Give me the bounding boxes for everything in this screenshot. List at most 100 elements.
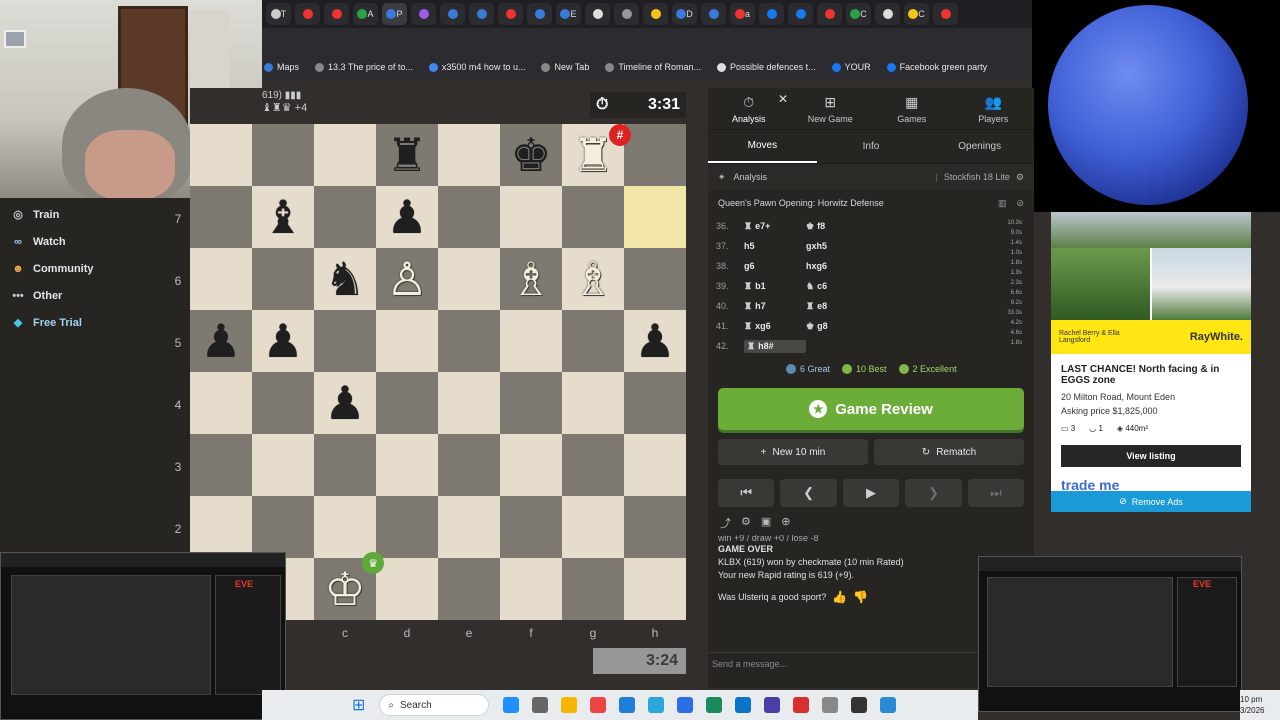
chess-piece[interactable]: ♝ [262,194,303,240]
tab-openings[interactable]: Openings [925,130,1034,163]
board-square[interactable] [562,310,624,372]
black-move[interactable]: ♚ g8 [806,321,868,332]
board-square[interactable]: ♟ [190,310,252,372]
thumbs-down-icon[interactable]: 👎 [853,590,868,604]
board-square[interactable] [252,496,314,558]
board-square[interactable] [376,310,438,372]
board-square[interactable] [438,496,500,558]
browser-tab[interactable] [875,3,900,25]
move-row[interactable]: 38. g6 hxg6 [716,256,1026,276]
board-square[interactable]: ♟ [376,186,438,248]
move-row[interactable]: 37. h5 gxh5 [716,236,1026,256]
board-square[interactable]: ♟ [624,310,686,372]
browser-tab[interactable] [585,3,610,25]
board-square[interactable] [624,372,686,434]
board-square[interactable] [190,248,252,310]
chess-piece[interactable]: ♜ [572,132,613,178]
taskbar-app-icon[interactable] [561,697,578,713]
board-square[interactable] [438,124,500,186]
browser-tab[interactable] [527,3,552,25]
board-square[interactable] [314,434,376,496]
browser-tab[interactable]: E [556,3,581,25]
bookmark-item[interactable]: Maps [264,62,299,72]
last-move-button[interactable]: ⏭ [967,479,1025,507]
white-move[interactable]: ♜ h7 [744,301,806,312]
taskbar-search[interactable]: ⌕ Search [379,694,490,716]
zoom-icon[interactable]: ⊕ [781,515,790,531]
board-square[interactable] [438,248,500,310]
sidebar-item-train[interactable]: ◎ Train [0,201,190,228]
taskbar-app-icon[interactable] [793,697,810,713]
browser-tab[interactable] [614,3,639,25]
white-move[interactable]: h5 [744,241,806,251]
browser-tab[interactable]: D [672,3,697,25]
chess-piece[interactable]: ♗ [510,256,551,302]
taskbar-app-icon[interactable] [619,697,636,713]
browser-address-bar[interactable] [262,28,1032,54]
nav-new-game[interactable]: ⊞ New Game [790,88,872,129]
tab-info[interactable]: Info [817,130,926,163]
sidebar-item-watch[interactable]: ∞ Watch [0,228,190,255]
chess-piece[interactable]: ♞ [324,256,365,302]
settings-gear-icon[interactable]: ⚙ [1016,172,1024,183]
taskbar-app-icon[interactable] [677,697,694,713]
board-square[interactable]: ♗ [500,248,562,310]
board-square[interactable] [438,186,500,248]
windows-start-icon[interactable]: ⊞ [352,695,365,715]
board-square[interactable] [252,124,314,186]
taskbar-app-icon[interactable] [851,697,868,713]
white-move[interactable]: g6 [744,261,806,271]
chess-piece[interactable]: ♟ [324,380,365,426]
remove-ads-button[interactable]: ⊘ Remove Ads [1051,491,1251,512]
taskbar-app-icon[interactable] [735,697,752,713]
black-move[interactable]: hxg6 [806,261,868,271]
board-square[interactable] [624,124,686,186]
white-move[interactable]: ♜ e7+ [744,221,806,232]
board-square[interactable] [252,248,314,310]
board-square[interactable] [314,310,376,372]
bookmark-item[interactable]: Timeline of Roman... [605,62,701,72]
board-square[interactable] [252,372,314,434]
board-square[interactable] [500,496,562,558]
sidebar-item-community[interactable]: ☻ Community [0,255,190,282]
chess-piece[interactable]: ♟ [634,318,675,364]
white-move[interactable]: ♜ h8# [744,339,806,353]
board-square[interactable]: ♞ [314,248,376,310]
board-square[interactable]: ♝ [252,186,314,248]
board-square[interactable]: ♙ [376,248,438,310]
board-square[interactable] [562,434,624,496]
board-square[interactable] [314,186,376,248]
disable-icon[interactable]: ⊘ [1016,198,1024,209]
nav-games[interactable]: ▦ Games [871,88,953,129]
bookmark-item[interactable]: Possible defences t... [717,62,816,72]
board-square[interactable]: ♚ [500,124,562,186]
board-square[interactable] [624,186,686,248]
browser-tab[interactable] [788,3,813,25]
board-square[interactable] [190,434,252,496]
browser-tab[interactable] [701,3,726,25]
move-row[interactable]: 36. ♜ e7+ ♚ f8 [716,216,1026,236]
chess-piece[interactable]: ♟ [386,194,427,240]
board-square[interactable] [438,372,500,434]
board-square[interactable] [500,434,562,496]
taskbar-app-icon[interactable] [822,697,839,713]
move-row[interactable]: 41. ♜ xg6 ♚ g8 [716,316,1026,336]
nav-players[interactable]: 👥 Players [953,88,1035,129]
board-square[interactable] [624,558,686,620]
board-square[interactable] [190,186,252,248]
browser-tab[interactable]: a [730,3,755,25]
black-move[interactable]: gxh5 [806,241,868,251]
close-icon[interactable]: ✕ [778,92,788,106]
taskbar-app-icon[interactable] [590,697,607,713]
black-move[interactable]: ♜ e8 [806,301,868,312]
board-square[interactable] [438,310,500,372]
board-square[interactable] [438,434,500,496]
board-square[interactable] [500,372,562,434]
browser-tab[interactable] [440,3,465,25]
browser-tab[interactable]: T [266,3,291,25]
board-square[interactable]: ♟ [252,310,314,372]
board-square[interactable] [314,124,376,186]
share-icon[interactable]: ⤴ [720,515,731,531]
taskbar-app-icon[interactable] [764,697,781,713]
chess-piece[interactable]: ♗ [572,256,613,302]
